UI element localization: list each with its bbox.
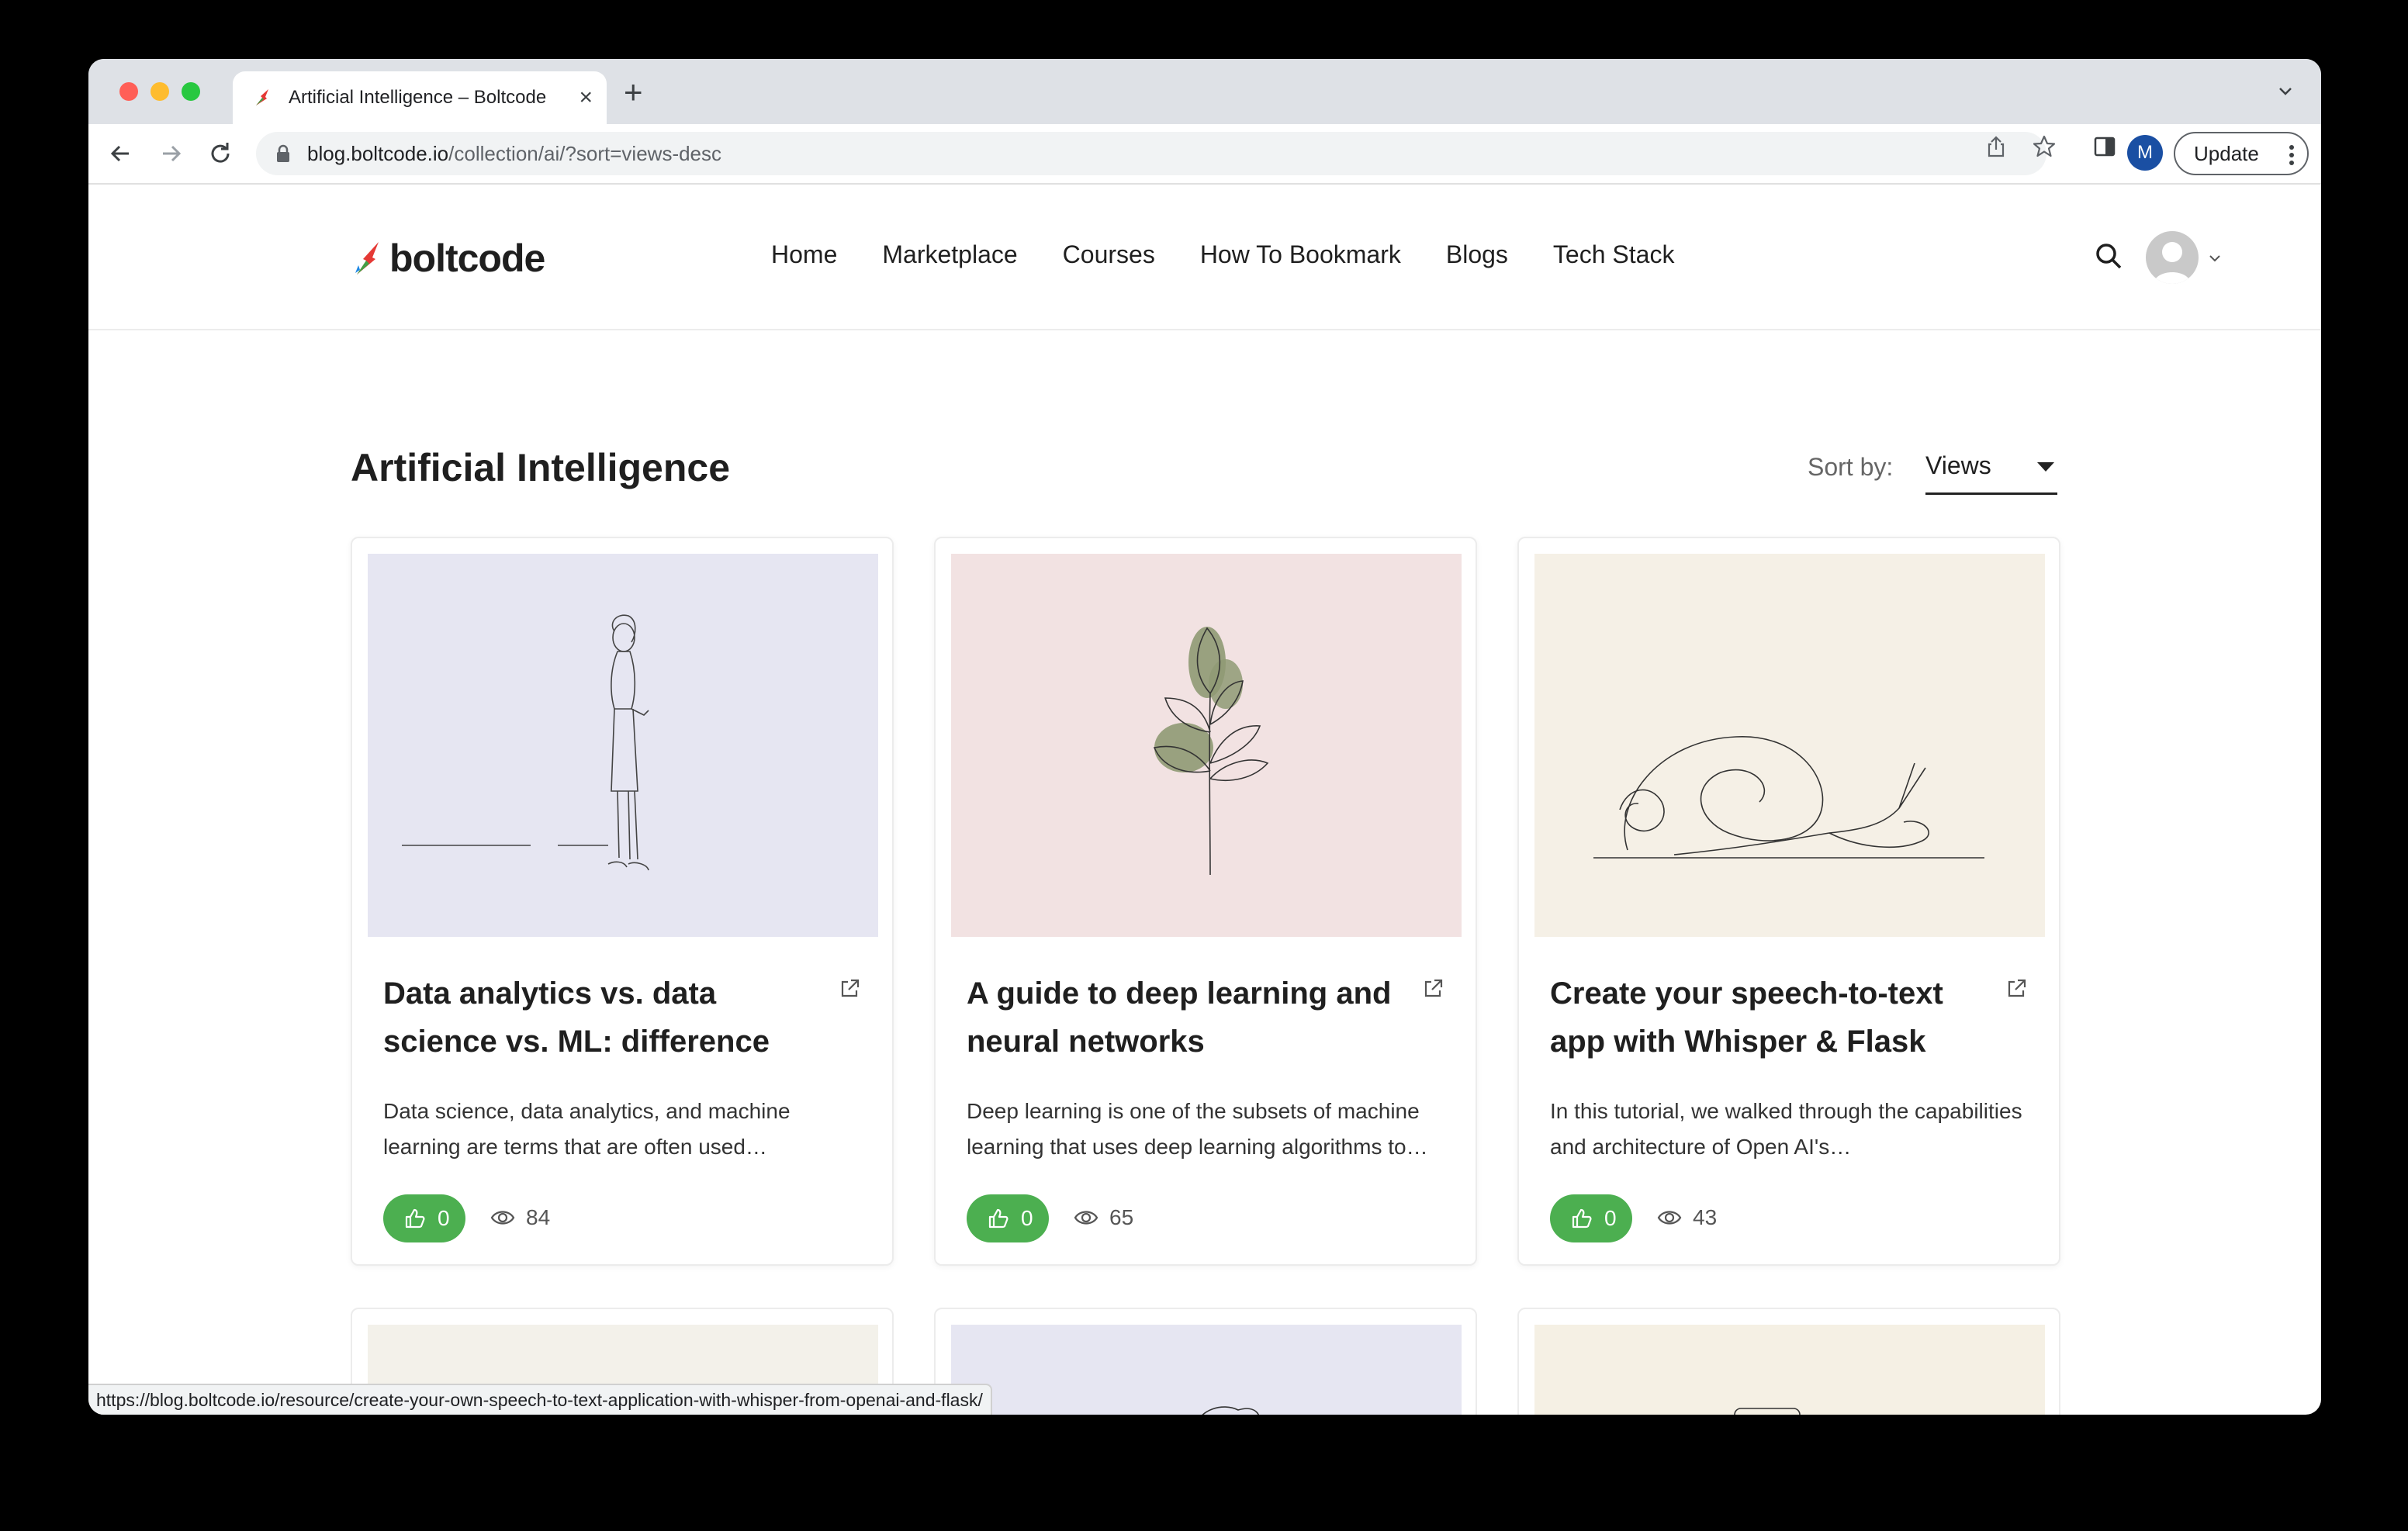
update-label: Update: [2194, 141, 2259, 165]
sort-value: Views: [1925, 451, 1991, 479]
eye-icon: [490, 1211, 515, 1225]
sort-label: Sort by:: [1808, 453, 1894, 481]
back-arrow-icon[interactable]: [106, 138, 137, 169]
views-number: 65: [1109, 1205, 1134, 1229]
article-thumbnail[interactable]: [1534, 1325, 2045, 1415]
article-description: Deep learning is one of the subsets of m…: [967, 1099, 1428, 1159]
bookmark-star-icon[interactable]: [2031, 133, 2057, 160]
close-window-button[interactable]: [119, 82, 138, 101]
views-number: 43: [1693, 1205, 1718, 1229]
eye-icon: [1657, 1211, 1682, 1225]
chevron-down-icon[interactable]: [2206, 250, 2223, 267]
woman-line-art-illustration: [368, 554, 878, 937]
logo-text: boltcode: [389, 237, 545, 280]
like-count: 0: [438, 1206, 450, 1230]
thumb-bg: [1534, 554, 2045, 937]
share-icon[interactable]: [1983, 133, 2009, 160]
thumb-bg: [1534, 1325, 2045, 1415]
address-bar[interactable]: blog.boltcode.io/collection/ai/?sort=vie…: [256, 132, 2046, 175]
view-count: 65: [1074, 1205, 1133, 1230]
forward-arrow-icon[interactable]: [155, 138, 186, 169]
nav-tech-stack[interactable]: Tech Stack: [1553, 240, 1675, 269]
nav-how-to-bookmark[interactable]: How To Bookmark: [1200, 240, 1401, 269]
lock-icon[interactable]: [275, 144, 292, 163]
nav-blogs[interactable]: Blogs: [1446, 240, 1508, 269]
site-header: boltcode Home Marketplace Courses How To…: [88, 185, 2321, 330]
article-card[interactable]: Create your speech-to-text app with Whis…: [1517, 537, 2060, 1266]
like-count: 0: [1021, 1206, 1033, 1230]
main-nav: Home Marketplace Courses How To Bookmark…: [771, 240, 1719, 269]
thumb-bg: [368, 554, 878, 937]
nav-courses[interactable]: Courses: [1063, 240, 1155, 269]
article-title[interactable]: Data analytics vs. data science vs. ML: …: [383, 969, 818, 1066]
boltcode-favicon-icon: [256, 89, 268, 105]
external-link-icon[interactable]: [2005, 977, 2028, 1001]
external-link-icon[interactable]: [838, 977, 861, 1001]
article-title[interactable]: Create your speech-to-text app with Whis…: [1550, 969, 1984, 1066]
thumbs-up-icon: [988, 1208, 1009, 1229]
thumbs-up-icon: [405, 1208, 425, 1229]
nav-home[interactable]: Home: [771, 240, 837, 269]
view-count: 43: [1657, 1205, 1717, 1230]
article-thumbnail[interactable]: [951, 554, 1462, 937]
article-thumbnail[interactable]: [368, 554, 878, 937]
url-text: blog.boltcode.io/collection/ai/?sort=vie…: [307, 141, 722, 165]
boltcode-logo[interactable]: boltcode: [352, 236, 545, 281]
article-title[interactable]: A guide to deep learning and neural netw…: [967, 969, 1401, 1066]
view-count: 84: [490, 1205, 550, 1230]
thumbs-up-icon: [1572, 1208, 1592, 1229]
article-thumbnail[interactable]: [951, 1325, 1462, 1415]
user-silhouette-icon: [2154, 242, 2191, 284]
close-tab-icon[interactable]: ×: [579, 86, 593, 109]
browser-tab[interactable]: Artificial Intelligence – Boltcode ×: [233, 71, 607, 124]
article-card[interactable]: A guide to deep learning and neural netw…: [934, 537, 1477, 1266]
views-number: 84: [526, 1205, 551, 1229]
eye-icon: [1074, 1211, 1098, 1225]
caret-down-icon: [2037, 462, 2054, 472]
zoom-window-button[interactable]: [182, 82, 200, 101]
like-button[interactable]: 0: [1550, 1194, 1632, 1242]
sort-select[interactable]: Views: [1925, 439, 2057, 495]
browser-window: Artificial Intelligence – Boltcode × + b…: [88, 59, 2321, 1415]
like-count: 0: [1604, 1206, 1617, 1230]
leaf-line-art-illustration: [951, 554, 1462, 937]
more-menu-icon[interactable]: [2289, 144, 2295, 166]
user-avatar[interactable]: [2146, 231, 2199, 284]
article-card[interactable]: [1517, 1308, 2060, 1415]
article-description: In this tutorial, we walked through the …: [1550, 1099, 2022, 1159]
reload-icon[interactable]: [205, 138, 236, 169]
thumb-bg: [951, 1325, 1462, 1415]
external-link-icon[interactable]: [1421, 977, 1444, 1001]
article-thumbnail[interactable]: [1534, 554, 2045, 937]
link-status-bar: https://blog.boltcode.io/resource/create…: [88, 1384, 992, 1415]
article-card[interactable]: Data analytics vs. data science vs. ML: …: [351, 537, 894, 1266]
minimize-window-button[interactable]: [150, 82, 169, 101]
page-title: Artificial Intelligence: [351, 446, 731, 489]
boltcode-logo-mark-icon: [355, 242, 379, 275]
article-card[interactable]: [934, 1308, 1477, 1415]
search-icon[interactable]: [2093, 240, 2124, 271]
article-description: Data science, data analytics, and machin…: [383, 1099, 791, 1159]
tab-strip: Artificial Intelligence – Boltcode × +: [88, 59, 2321, 124]
side-panel-icon[interactable]: [2091, 133, 2118, 160]
snail-line-art-illustration: [1534, 554, 2045, 937]
like-button[interactable]: 0: [967, 1194, 1049, 1242]
browser-toolbar: blog.boltcode.io/collection/ai/?sort=vie…: [88, 124, 2321, 185]
tab-search-chevron-icon[interactable]: [2273, 79, 2298, 104]
update-button[interactable]: Update: [2174, 132, 2309, 175]
new-tab-icon[interactable]: +: [624, 76, 643, 109]
like-button[interactable]: 0: [383, 1194, 465, 1242]
tab-title: Artificial Intelligence – Boltcode: [289, 87, 547, 108]
nav-marketplace[interactable]: Marketplace: [882, 240, 1017, 269]
profile-avatar-button[interactable]: M: [2127, 135, 2163, 171]
